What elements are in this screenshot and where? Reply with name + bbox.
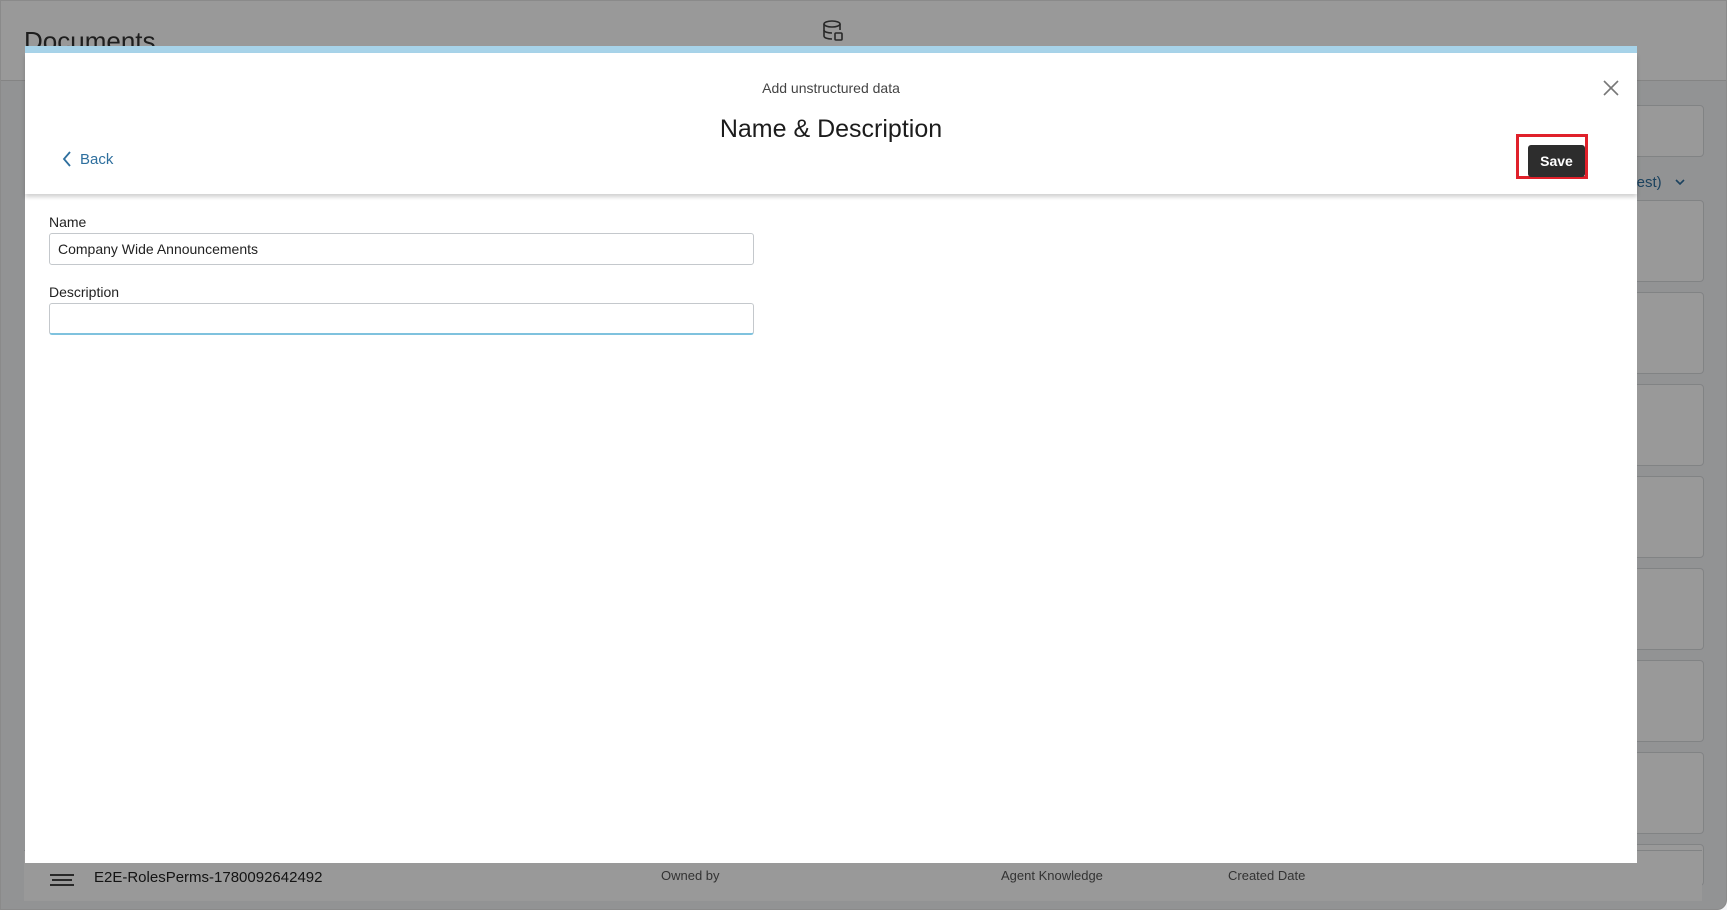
modal-title: Name & Description <box>719 115 943 143</box>
description-label: Description <box>49 284 120 300</box>
close-icon[interactable] <box>1601 78 1621 98</box>
description-input[interactable] <box>49 303 754 335</box>
chevron-left-icon <box>62 151 71 167</box>
modal-subtitle: Add unstructured data <box>762 80 900 96</box>
modal-header: Add unstructured data Name & Description… <box>25 53 1637 194</box>
add-data-modal: Add unstructured data Name & Description… <box>25 46 1637 863</box>
name-label: Name <box>49 214 87 230</box>
back-label: Back <box>80 150 114 168</box>
name-input[interactable] <box>49 233 754 265</box>
save-button[interactable]: Save <box>1528 145 1585 177</box>
back-button[interactable]: Back <box>62 150 113 168</box>
